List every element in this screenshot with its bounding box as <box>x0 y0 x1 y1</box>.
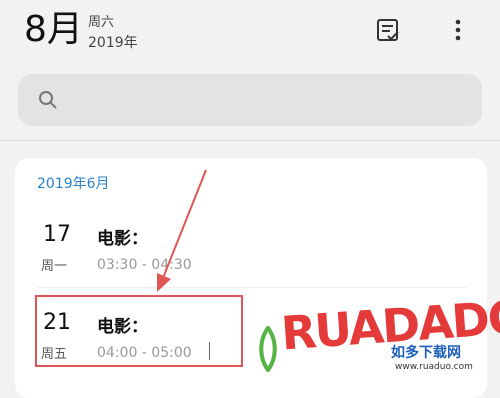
month-title[interactable]: 8月 <box>24 6 83 54</box>
month-section-label: 2019年6月 <box>37 176 110 192</box>
notes-check-icon[interactable] <box>372 14 404 46</box>
weekday-label: 周六 <box>88 15 115 30</box>
event-item[interactable]: 17 周一 电影： 03:30 - 04:30 <box>15 208 487 288</box>
search-bar[interactable] <box>18 74 482 126</box>
event-time: 03:30 - 04:30 <box>97 257 192 273</box>
highlight-box <box>35 295 243 367</box>
search-icon <box>39 91 57 109</box>
event-day-number: 17 <box>43 222 71 247</box>
event-weekday: 周一 <box>41 259 68 274</box>
top-bar: 8月 周六 2019年 <box>0 0 500 64</box>
event-title: 电影： <box>97 229 148 249</box>
row-divider <box>37 287 467 288</box>
more-options-icon[interactable] <box>442 14 474 46</box>
year-label: 2019年 <box>88 35 138 51</box>
divider <box>0 140 500 141</box>
